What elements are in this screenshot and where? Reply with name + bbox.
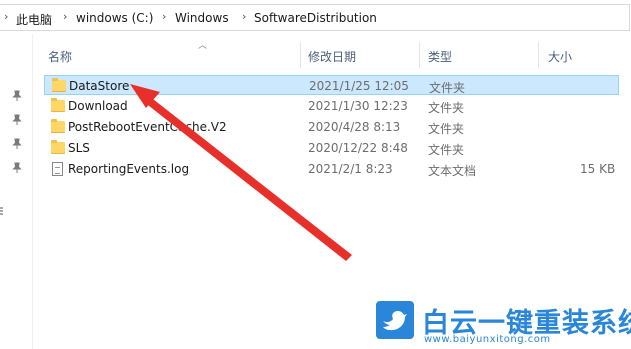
file-modified: 2020/12/22 8:48 [308,141,408,155]
file-type: 文件夹 [428,101,465,115]
bird-logo-icon [376,301,414,339]
breadcrumb-drive-c[interactable]: windows (C:) [76,11,153,25]
file-type: 文件夹 [428,143,465,157]
file-row-datastore[interactable]: DataStore 2021/1/25 12:05 文件夹 [44,75,619,95]
folder-icon [51,140,65,154]
breadcrumb-windows[interactable]: Windows [175,11,229,25]
file-type: 文本文档 [428,164,477,178]
column-header-type[interactable]: 类型 [428,48,452,65]
navigation-pane[interactable] [0,34,33,349]
address-bar[interactable]: › 此电脑 › windows (C:) › Windows › Softwar… [0,0,631,34]
pin-icon[interactable] [11,138,23,150]
pin-icon[interactable] [11,162,23,174]
pin-icon[interactable] [11,114,23,126]
file-row-reportingevents[interactable]: ReportingEvents.log 2021/2/1 8:23 文本文档 1… [44,159,619,179]
nav-expander-icon[interactable] [0,206,4,216]
file-type: 文件夹 [429,81,466,95]
chevron-right-icon[interactable]: › [162,10,166,23]
file-row-sls[interactable]: SLS 2020/12/22 8:48 文件夹 [44,138,619,158]
column-header-modified[interactable]: 修改日期 [308,48,356,65]
folder-icon [51,119,65,133]
chevron-right-icon[interactable]: › [63,10,67,23]
file-modified: 2021/2/1 8:23 [308,162,393,176]
file-modified: 2021/1/25 12:05 [309,79,409,93]
watermark-url: www.baiyunxitong.com [424,334,551,345]
file-type: 文件夹 [428,122,465,136]
text-file-icon [52,162,63,176]
file-modified: 2020/4/28 8:13 [308,120,401,134]
column-header-size[interactable]: 大小 [548,48,572,65]
folder-icon [51,98,65,112]
file-name: PostRebootEventCache.V2 [68,120,227,134]
column-divider[interactable] [300,42,301,68]
chevron-right-icon[interactable]: › [242,10,246,23]
folder-icon [52,78,66,92]
chevron-right-icon: › [4,10,9,23]
column-divider[interactable] [419,42,420,68]
column-divider[interactable] [538,42,539,68]
file-row-download[interactable]: Download 2021/1/30 12:23 文件夹 [44,96,619,116]
file-name: Download [68,99,128,113]
column-header-name[interactable]: 名称 [48,48,72,65]
sort-ascending-icon: ︿ [198,41,208,51]
file-modified: 2021/1/30 12:23 [308,99,408,113]
pin-icon[interactable] [11,90,23,102]
file-name: DataStore [69,79,130,93]
column-header: ︿ 名称 修改日期 类型 大小 [32,34,631,68]
file-size: 15 KB [580,162,616,176]
breadcrumb-this-pc[interactable]: 此电脑 [16,11,52,28]
file-row-postrebooteventcache[interactable]: PostRebootEventCache.V2 2020/4/28 8:13 文… [44,117,619,137]
watermark-logo: 白云一键重装系统 www.baiyunxitong.com [376,301,631,347]
file-name: SLS [68,141,90,155]
breadcrumb-softwaredistribution[interactable]: SoftwareDistribution [254,11,377,25]
file-name: ReportingEvents.log [68,162,190,176]
